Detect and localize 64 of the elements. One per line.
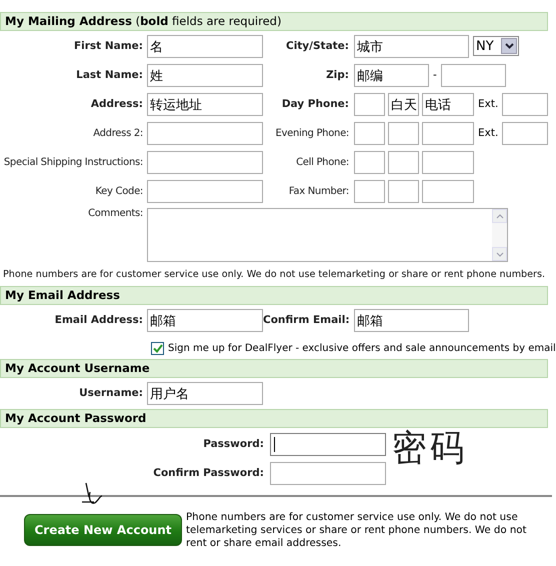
field-label: Day Phone: bbox=[280, 98, 350, 110]
email-field[interactable]: 邮箱 bbox=[147, 308, 263, 332]
phone-field[interactable] bbox=[388, 150, 419, 174]
password-field[interactable] bbox=[270, 462, 386, 484]
phone-field[interactable]: 白天 bbox=[388, 92, 419, 116]
field-label: Last Name: bbox=[75, 69, 144, 81]
field-label: First Name: bbox=[72, 40, 144, 52]
section-header: My Account Password bbox=[0, 409, 548, 428]
zip-field[interactable]: 邮编 bbox=[354, 64, 429, 86]
phone-field[interactable] bbox=[422, 150, 474, 174]
phone-field[interactable] bbox=[354, 150, 385, 174]
section-header: My Email Address bbox=[0, 286, 548, 305]
phone-field[interactable] bbox=[354, 122, 385, 144]
field-label: Email Address: bbox=[54, 314, 144, 326]
field-label: Evening Phone: bbox=[274, 128, 350, 138]
field-label: City/State: bbox=[284, 40, 350, 52]
create-account-button[interactable]: Create New Account bbox=[24, 514, 182, 546]
text-field[interactable]: 转运地址 bbox=[147, 92, 263, 116]
field-label: Address 2: bbox=[92, 128, 144, 138]
phone-field[interactable]: 电话 bbox=[422, 92, 474, 116]
text-field[interactable]: 姓 bbox=[147, 64, 263, 86]
section-header: My Mailing Address (bold fields are required) bbox=[0, 12, 548, 31]
phone-field[interactable] bbox=[388, 180, 419, 202]
ext-field[interactable] bbox=[502, 92, 548, 116]
footer-notice: Phone numbers are for customer service use only. We do not use telemarketing services or share or rent phone numbers. We do not rent or share email addresses. bbox=[186, 511, 528, 550]
phone-field[interactable] bbox=[354, 180, 385, 202]
field-label: Password: bbox=[202, 438, 265, 450]
field-label: Zip: bbox=[325, 69, 350, 81]
chevron-down-icon bbox=[504, 43, 514, 49]
state-select[interactable]: NY bbox=[473, 36, 519, 56]
text-field[interactable] bbox=[147, 180, 263, 202]
field-label: Username: bbox=[78, 387, 144, 399]
text-field[interactable]: 名 bbox=[147, 34, 263, 58]
ext-label: Ext. bbox=[478, 127, 498, 139]
phone-field[interactable] bbox=[422, 122, 474, 144]
section-header: My Account Username bbox=[0, 359, 548, 378]
comments-field[interactable] bbox=[147, 208, 508, 262]
field-label: Cell Phone: bbox=[295, 156, 350, 168]
ext-field[interactable] bbox=[502, 122, 548, 144]
field-label: Confirm Email: bbox=[263, 314, 351, 326]
username-field[interactable]: 用户名 bbox=[147, 382, 263, 404]
zip-extension-field[interactable] bbox=[440, 64, 506, 86]
field-label: Key Code: bbox=[94, 186, 144, 196]
separator: - bbox=[433, 69, 437, 81]
field-label: Fax Number: bbox=[288, 186, 350, 196]
confirm-email-field[interactable]: 邮箱 bbox=[354, 308, 469, 332]
field-label: Special Shipping Instructions: bbox=[2, 156, 144, 168]
phone-field[interactable] bbox=[388, 122, 419, 144]
field-label: Address: bbox=[90, 98, 144, 110]
notice-text: Phone numbers are for customer service use only. We do not use telemarketing or share or rent phone numbers. bbox=[2, 269, 546, 280]
city-field[interactable]: 城市 bbox=[354, 34, 469, 58]
field-label: Comments: bbox=[87, 208, 144, 219]
scroll-down-icon bbox=[496, 252, 504, 256]
scroll-up-icon bbox=[496, 214, 504, 218]
field-label: Confirm Password: bbox=[152, 467, 265, 479]
checkbox[interactable] bbox=[151, 342, 164, 354]
text-field[interactable] bbox=[147, 122, 263, 144]
password-field[interactable] bbox=[270, 432, 386, 456]
ext-label: Ext. bbox=[478, 98, 498, 110]
phone-field[interactable] bbox=[354, 92, 385, 116]
handwritten-note: 密码 bbox=[392, 427, 468, 471]
checkbox-label: Sign me up for DealFlyer - exclusive offers and sale announcements by email bbox=[168, 342, 556, 354]
phone-field[interactable] bbox=[422, 180, 474, 202]
text-field[interactable] bbox=[147, 150, 263, 174]
